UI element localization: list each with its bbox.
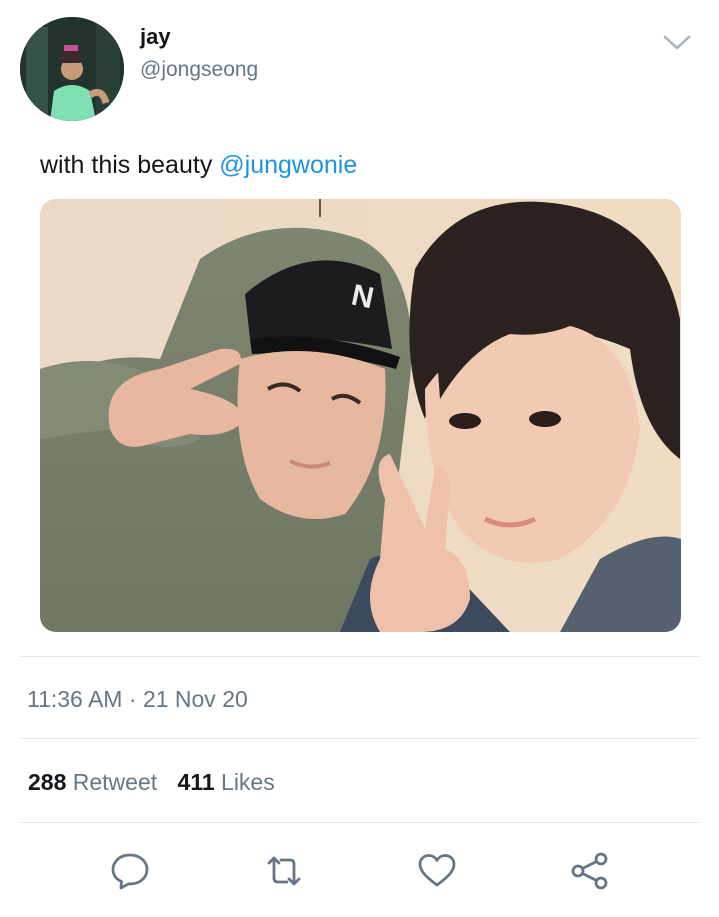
divider bbox=[20, 822, 700, 823]
engagement-stats: 288 Retweet 411 Likes bbox=[28, 769, 289, 796]
tweet-time: 11:36 AM bbox=[27, 686, 123, 712]
tweet-photo[interactable]: N bbox=[40, 199, 681, 632]
timestamp-separator: · bbox=[122, 686, 143, 712]
share-icon bbox=[571, 852, 608, 890]
user-handle[interactable]: @jongseong bbox=[140, 58, 258, 82]
mention-link[interactable]: @jungwonie bbox=[219, 151, 357, 179]
reply-button[interactable] bbox=[108, 849, 152, 893]
divider bbox=[20, 738, 700, 739]
avatar[interactable] bbox=[20, 17, 124, 121]
retweet-label[interactable]: Retweet bbox=[73, 769, 157, 795]
share-button[interactable] bbox=[568, 849, 612, 893]
display-name[interactable]: jay bbox=[140, 24, 171, 50]
reply-bubble-icon bbox=[111, 853, 149, 890]
like-label[interactable]: Likes bbox=[221, 769, 275, 795]
tweet-text: with this beauty @jungwonie bbox=[40, 151, 357, 180]
chevron-down-icon[interactable] bbox=[661, 31, 693, 53]
tweet-date: 21 Nov 20 bbox=[142, 686, 248, 712]
heart-icon bbox=[418, 854, 456, 887]
like-button[interactable] bbox=[415, 849, 459, 893]
retweet-count[interactable]: 288 bbox=[28, 769, 66, 795]
selfie-photo: N bbox=[40, 199, 681, 632]
tweet-body: with this beauty bbox=[40, 151, 220, 179]
like-count[interactable]: 411 bbox=[178, 769, 215, 795]
retweet-icon bbox=[267, 856, 301, 886]
divider bbox=[20, 656, 700, 657]
retweet-button[interactable] bbox=[262, 849, 306, 893]
tweet-timestamp[interactable]: 11:36 AM · 21 Nov 20 bbox=[27, 686, 248, 713]
avatar-photo bbox=[20, 17, 124, 121]
tweet-card: jay @jongseong with this beauty @jungwon… bbox=[0, 0, 719, 917]
